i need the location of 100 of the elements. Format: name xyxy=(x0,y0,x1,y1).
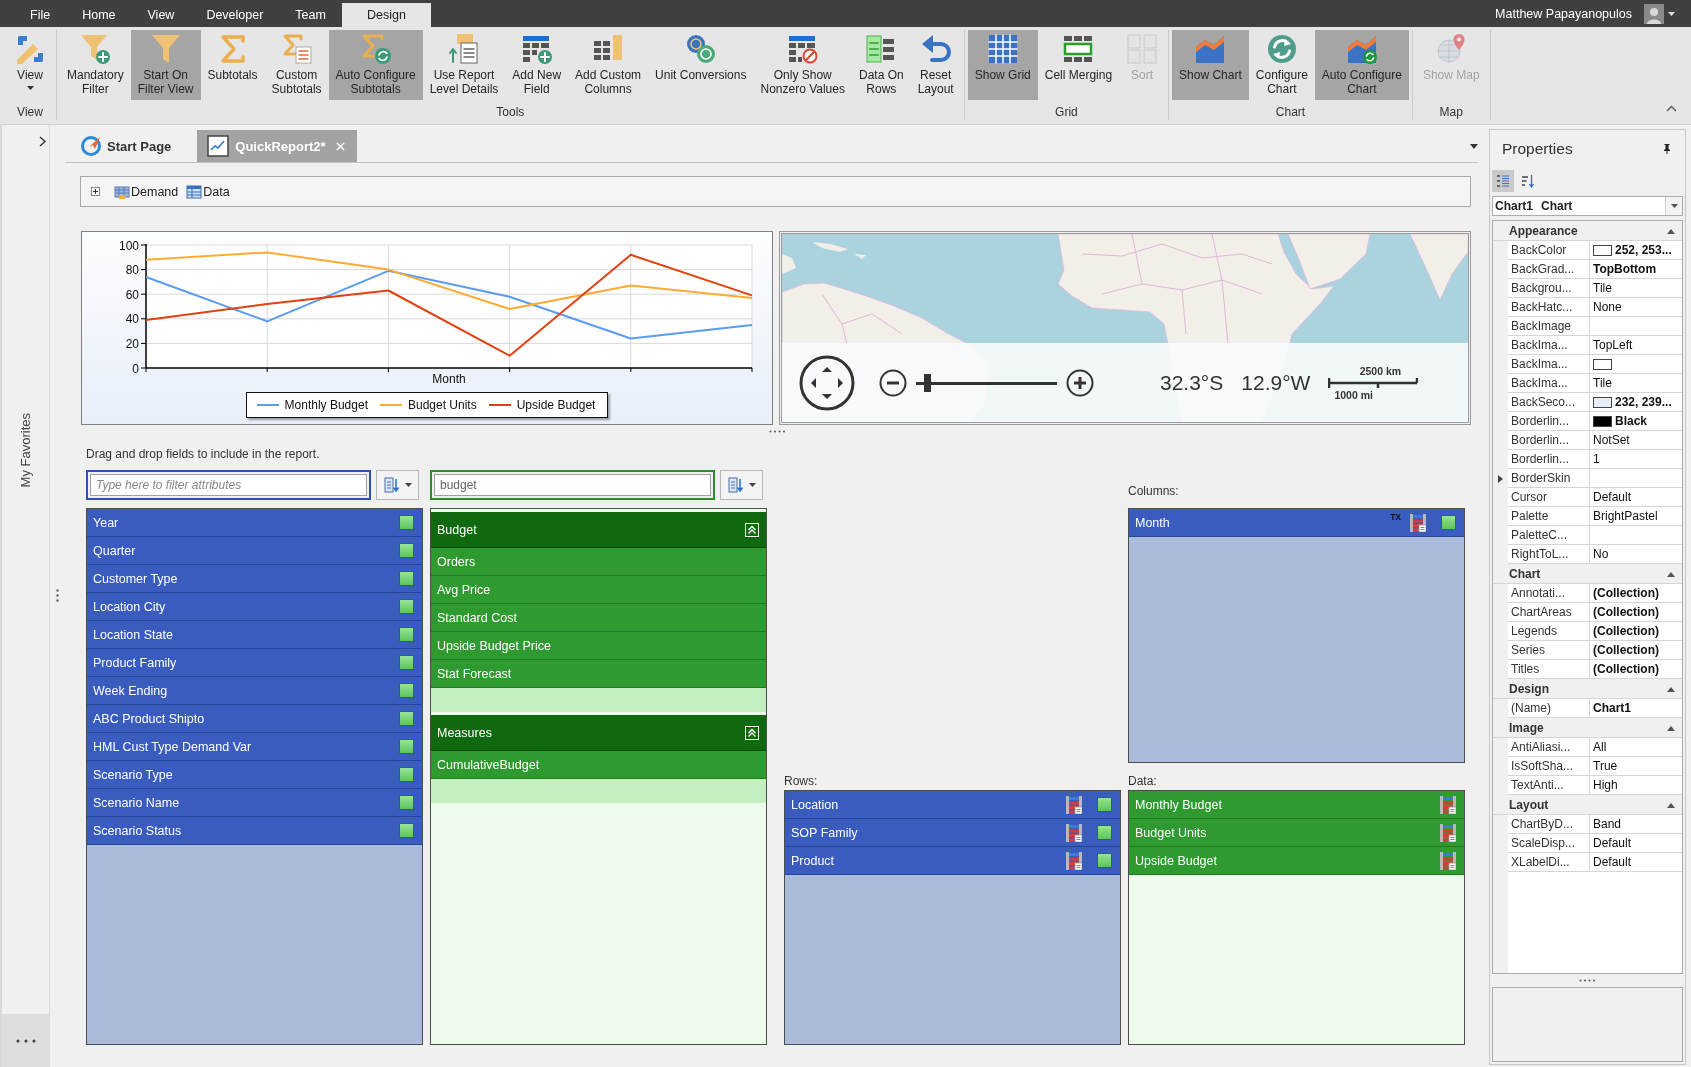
field-item[interactable]: CumulativeBudget xyxy=(431,751,766,779)
ribbon-button[interactable]: Only Show Nonzero Values xyxy=(753,30,852,100)
ribbon-button[interactable]: Data On Rows xyxy=(851,30,911,100)
field-item[interactable]: Quarter xyxy=(87,537,422,565)
expand-arrow-icon[interactable] xyxy=(1498,474,1503,483)
field-item[interactable]: Scenario Name xyxy=(87,789,422,817)
slider-thumb[interactable] xyxy=(924,373,932,392)
ribbon-button[interactable]: Cell Merging xyxy=(1037,30,1120,100)
caret-down-icon[interactable] xyxy=(1470,143,1478,149)
category-header[interactable]: Appearance xyxy=(1493,221,1682,241)
field-item[interactable]: Avg Price xyxy=(431,576,766,604)
field-item[interactable]: Location xyxy=(785,791,1120,819)
property-value[interactable]: True xyxy=(1593,759,1618,773)
category-header[interactable]: Design xyxy=(1493,679,1682,699)
object-selector[interactable]: Chart1 Chart xyxy=(1492,196,1683,216)
ribbon-button[interactable]: Custom Subtotals xyxy=(264,30,329,100)
field-item[interactable]: Standard Cost xyxy=(431,604,766,632)
menu-tab[interactable]: Design xyxy=(341,3,431,27)
field-options-button[interactable] xyxy=(376,470,419,500)
field-item[interactable]: Orders xyxy=(431,548,766,576)
zoom-slider[interactable] xyxy=(916,373,1057,392)
favorites-tab[interactable]: My Favorites xyxy=(18,413,33,488)
pin-icon[interactable] xyxy=(1663,144,1671,154)
property-value[interactable]: All xyxy=(1593,740,1607,754)
filter-field[interactable]: budget xyxy=(430,470,715,500)
filter-field[interactable]: Type here to filter attributes xyxy=(86,470,371,500)
property-value[interactable]: Black xyxy=(1615,414,1648,428)
splitter-grip-icon[interactable] xyxy=(56,589,59,602)
field-item[interactable]: Year xyxy=(87,509,422,537)
menu-tab[interactable]: Home xyxy=(66,3,132,27)
ribbon-button[interactable]: Configure Chart xyxy=(1248,30,1315,100)
menu-tab[interactable]: Team xyxy=(279,3,342,27)
ribbon-button[interactable]: Auto Configure Chart xyxy=(1314,30,1409,100)
field-item[interactable]: Scenario Status xyxy=(87,817,422,845)
splitter-grip-icon[interactable] xyxy=(1579,979,1596,982)
property-value[interactable]: High xyxy=(1593,778,1618,792)
zoom-in-icon[interactable] xyxy=(1066,368,1094,397)
ribbon-button[interactable]: Subtotals xyxy=(200,30,265,100)
property-value[interactable]: (Collection) xyxy=(1593,643,1659,657)
property-value[interactable]: 252, 253... xyxy=(1615,243,1672,257)
field-item[interactable]: Location City xyxy=(87,593,422,621)
grid-table-icon[interactable] xyxy=(1440,851,1456,870)
property-value[interactable]: Band xyxy=(1593,817,1622,831)
property-value[interactable]: Default xyxy=(1593,836,1632,850)
property-value[interactable]: Default xyxy=(1593,490,1632,504)
map-view[interactable]: 32.3°S 12.9°W 2500 km 1000 mi xyxy=(779,231,1471,425)
field-item[interactable]: Location State xyxy=(87,621,422,649)
field-item[interactable]: Product xyxy=(785,847,1120,875)
property-value[interactable]: TopBottom xyxy=(1593,262,1657,276)
ribbon-button[interactable]: Use Report Level Details xyxy=(422,30,506,100)
property-value[interactable]: Chart1 xyxy=(1593,701,1631,715)
field-item[interactable]: Week Ending xyxy=(87,677,422,705)
field-item[interactable]: Month TX xyxy=(1129,509,1464,537)
property-value[interactable]: (Collection) xyxy=(1593,586,1659,600)
ribbon-button[interactable]: Auto Configure Subtotals xyxy=(328,30,423,100)
avatar-icon[interactable] xyxy=(1644,3,1664,24)
menu-tab[interactable]: View xyxy=(131,3,191,27)
plus-box-icon[interactable] xyxy=(91,187,100,196)
grid-table-icon[interactable] xyxy=(1440,823,1456,842)
field-item[interactable]: Product Family xyxy=(87,649,422,677)
ribbon-button[interactable]: Unit Conversions xyxy=(648,30,754,100)
grid-table-icon[interactable] xyxy=(1066,851,1082,870)
collapse-up-icon[interactable] xyxy=(745,522,759,537)
property-value[interactable]: 1 xyxy=(1593,452,1600,466)
property-value[interactable]: 232, 239... xyxy=(1615,395,1672,409)
property-value[interactable]: (Collection) xyxy=(1593,624,1659,638)
breadcrumb-item[interactable]: Data xyxy=(186,183,230,200)
ribbon-button[interactable]: Mandatory Filter xyxy=(60,30,131,100)
ribbon-button[interactable]: Show Chart xyxy=(1172,30,1249,100)
field-item[interactable]: ABC Product Shipto xyxy=(87,705,422,733)
grid-table-icon[interactable] xyxy=(1066,823,1082,842)
property-value[interactable]: BrightPastel xyxy=(1593,509,1658,523)
menu-tab[interactable]: Developer xyxy=(190,3,280,27)
ribbon-button[interactable]: Add New Field xyxy=(505,30,569,100)
splitter-grip-icon[interactable] xyxy=(768,429,786,433)
field-item[interactable]: Scenario Type xyxy=(87,761,422,789)
field-item[interactable]: Upside Budget xyxy=(1129,847,1464,875)
field-options-button[interactable] xyxy=(720,470,763,500)
property-value[interactable]: TopLeft xyxy=(1593,338,1633,352)
group-header[interactable]: Measures xyxy=(431,715,766,751)
zoom-out-icon[interactable] xyxy=(879,368,907,397)
field-item[interactable]: Stat Forecast xyxy=(431,660,766,688)
field-item[interactable]: Monthly Budget xyxy=(1129,791,1464,819)
caret-down-icon[interactable] xyxy=(1668,11,1675,16)
group-header[interactable]: Budget xyxy=(431,512,766,548)
pan-control-icon[interactable] xyxy=(799,354,855,411)
field-item[interactable]: Upside Budget Price xyxy=(431,632,766,660)
category-header[interactable]: Layout xyxy=(1493,795,1682,815)
category-header[interactable]: Chart xyxy=(1493,564,1682,584)
property-value[interactable]: Tile xyxy=(1593,376,1612,390)
ribbon-button[interactable]: Reset Layout xyxy=(910,30,961,100)
grid-table-icon[interactable] xyxy=(1066,795,1082,814)
categorized-view-button[interactable] xyxy=(1492,170,1514,192)
ribbon-button[interactable]: View xyxy=(7,30,53,100)
property-value[interactable]: (Collection) xyxy=(1593,605,1659,619)
menu-tab[interactable]: File xyxy=(14,3,67,27)
property-value[interactable]: No xyxy=(1593,547,1609,561)
ribbon-button[interactable]: Start On Filter View xyxy=(130,30,201,100)
property-value[interactable]: Tile xyxy=(1593,281,1612,295)
field-item[interactable]: Budget Units xyxy=(1129,819,1464,847)
